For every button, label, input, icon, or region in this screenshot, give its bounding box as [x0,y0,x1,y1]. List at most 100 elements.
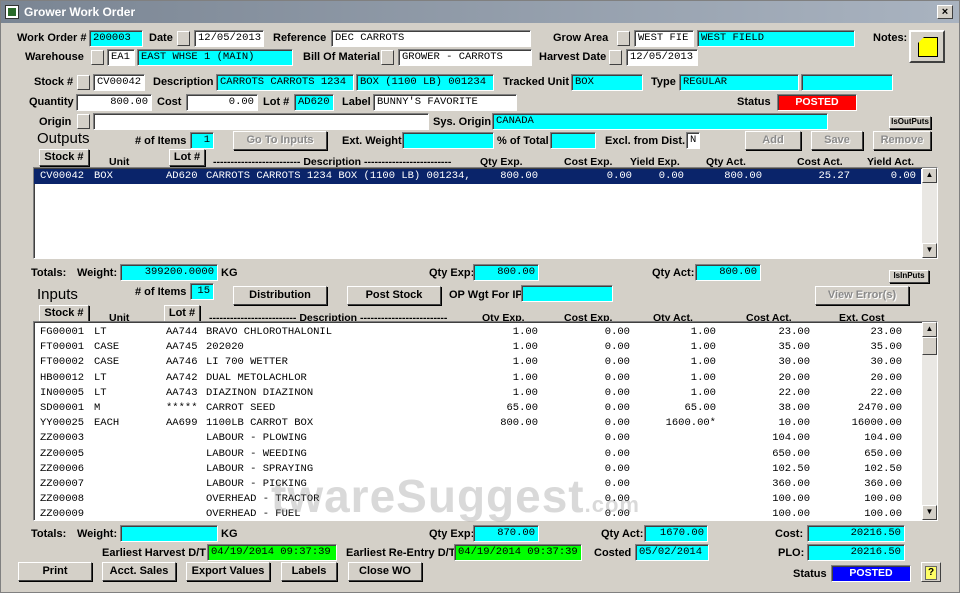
warehouse-lookup-button[interactable] [91,50,104,65]
quantity-field[interactable]: 800.00 [76,94,152,111]
is-outputs-button[interactable]: IsOutPuts [889,116,931,129]
cell-ext-cost: 360.00 [864,478,902,490]
go-to-inputs-button[interactable]: Go To Inputs [233,131,327,150]
costed-label: Costed [594,547,632,559]
bom-field[interactable]: GROWER - CARROTS [398,49,532,66]
earliest-reentry-field: 04/19/2014 09:37:39 [454,544,582,561]
help-button[interactable]: ? [921,562,941,582]
warehouse-code-field[interactable]: EA1 [107,49,135,66]
scroll-thumb[interactable] [922,337,937,355]
label-field[interactable]: BUNNY'S FAVORITE [373,94,517,111]
scroll-down-icon[interactable]: ▼ [922,243,937,258]
sticky-note-icon [918,37,938,57]
inputs-stock-sort-button[interactable]: Stock # [39,305,89,322]
cell-ext-cost: 650.00 [864,447,902,460]
table-row[interactable]: SD00001 M ***** CARROT SEED 65.00 0.00 65.00 38… [34,401,921,416]
cell-lot: AA743 [166,386,198,399]
cell-ext-cost: 20.00 [870,371,902,384]
remove-button[interactable]: Remove [873,131,931,150]
work-order-field[interactable]: 200003 [89,30,143,47]
cost-field[interactable]: 0.00 [186,94,258,111]
watermark: twareSuggest.com [271,470,640,522]
table-row[interactable]: FG00001 LT AA744 BRAVO CHLOROTHALONIL 1.00 0.… [34,325,921,340]
save-button[interactable]: Save [811,131,863,150]
outputs-qty-act-total: 800.00 [695,264,761,281]
cell-stock: IN00005 [40,386,85,399]
warehouse-label: Warehouse [25,51,84,63]
grow-area-lookup-button[interactable] [617,31,630,46]
table-row[interactable]: IN00005 LT AA743 DIAZINON DIAZINON 1.00 0.00 1… [34,386,921,401]
grow-area-code-field[interactable]: WEST FIE [634,30,694,47]
cell-cost-act: 104.00 [772,432,810,445]
cell-stock: ZZ00003 [40,432,85,445]
window-title: Grower Work Order [24,5,136,19]
quantity-label: Quantity [29,96,74,108]
export-values-button[interactable]: Export Values [186,562,270,581]
help-icon: ? [925,566,937,580]
inputs-scrollbar[interactable]: ▲ ▼ [922,322,937,520]
table-row[interactable]: ZZ00003 LABOUR - PLOWING 0.00 104.00 104.00 [34,431,921,446]
outputs-items-count: 1 [190,132,214,149]
acct-sales-button[interactable]: Acct. Sales [102,562,176,581]
outputs-list[interactable]: CV00042 BOX AD620 CARROTS CARROTS 1234 B… [33,167,938,259]
outputs-qty-exp-label: Qty Exp: [429,267,475,279]
inputs-qty-act-label: Qty Act: [601,528,644,540]
notes-button[interactable] [909,30,945,63]
inputs-weight-label: Weight: [77,528,118,540]
reference-field[interactable]: DEC CARROTS [331,30,531,47]
outputs-stock-sort-button[interactable]: Stock # [39,149,89,166]
close-wo-button[interactable]: Close WO [348,562,422,581]
inputs-qty-act-total: 1670.00 [644,525,708,542]
cell-cost-exp: 0.00 [604,326,630,338]
close-icon[interactable]: × [937,5,953,19]
title-bar[interactable]: Grower Work Order × [1,1,959,23]
type-label: Type [651,76,676,88]
labels-button[interactable]: Labels [281,562,337,581]
cell-cost-exp: 0.00 [604,432,630,445]
harvest-date-field[interactable]: 12/05/2013 [626,49,698,66]
scroll-up-icon[interactable]: ▲ [922,322,937,337]
post-stock-button[interactable]: Post Stock [347,286,441,305]
outputs-lot-sort-button[interactable]: Lot # [169,149,205,166]
cell-qty-act: 1600.00* [665,417,716,430]
bom-lookup-button[interactable] [381,50,394,65]
stock-lookup-button[interactable] [77,75,90,90]
inputs-lot-sort-button[interactable]: Lot # [164,305,200,322]
date-picker-button[interactable] [177,31,190,46]
table-row[interactable]: HB00012 LT AA742 DUAL METOLACHLOR 1.00 0.00 1.… [34,371,921,386]
outputs-weight-label: Weight: [77,267,118,279]
cost-label: Cost [157,96,182,108]
inputs-qty-exp-total: 870.00 [473,525,539,542]
view-errors-button[interactable]: View Error(s) [815,286,909,305]
cell-lot: AA742 [166,371,198,384]
origin-lookup-button[interactable] [77,114,90,129]
cell-desc: DUAL METOLACHLOR [206,371,307,384]
print-button[interactable]: Print [18,562,92,581]
outputs-scrollbar[interactable]: ▲ ▼ [922,168,937,258]
cell-stock: FT00002 [40,356,85,369]
add-button[interactable]: Add [745,131,801,150]
table-row[interactable]: FT00002 CASE AA746 LI 700 WETTER 1.00 0.00 1.0… [34,355,921,370]
cell-ext-cost: 104.00 [864,432,902,445]
stock-field[interactable]: CV00042 [93,74,145,91]
table-row[interactable]: CV00042 BOX AD620 CARROTS CARROTS 1234 B… [34,169,921,184]
table-row[interactable]: YY00025 EACH AA699 1100LB CARROT BOX 800.00 0… [34,416,921,431]
distribution-button[interactable]: Distribution [233,286,327,305]
harvest-date-picker-button[interactable] [609,50,622,65]
cell-stock: HB00012 [40,371,85,384]
table-row[interactable]: ZZ00005 LABOUR - WEEDING 0.00 650.00 650.00 [34,447,921,462]
cell-ext-cost: 16000.00 [851,417,902,430]
cell-lot: AA744 [166,326,198,338]
scroll-up-icon[interactable]: ▲ [922,168,937,183]
origin-field[interactable] [93,113,429,130]
cell-desc: 202020 [206,341,244,354]
table-row[interactable]: FT00001 CASE AA745 202020 1.00 0.00 1.00 35.00 3… [34,340,921,355]
type-field: REGULAR [679,74,799,91]
date-field[interactable]: 12/05/2013 [194,30,264,47]
bom-label: Bill Of Material [303,51,381,63]
excl-from-dist-field[interactable]: N [686,132,700,149]
notes-label: Notes: [873,32,908,44]
is-inputs-button[interactable]: IsInPuts [889,270,929,283]
scroll-down-icon[interactable]: ▼ [922,505,937,520]
cell-cost-act: 23.00 [778,326,810,338]
